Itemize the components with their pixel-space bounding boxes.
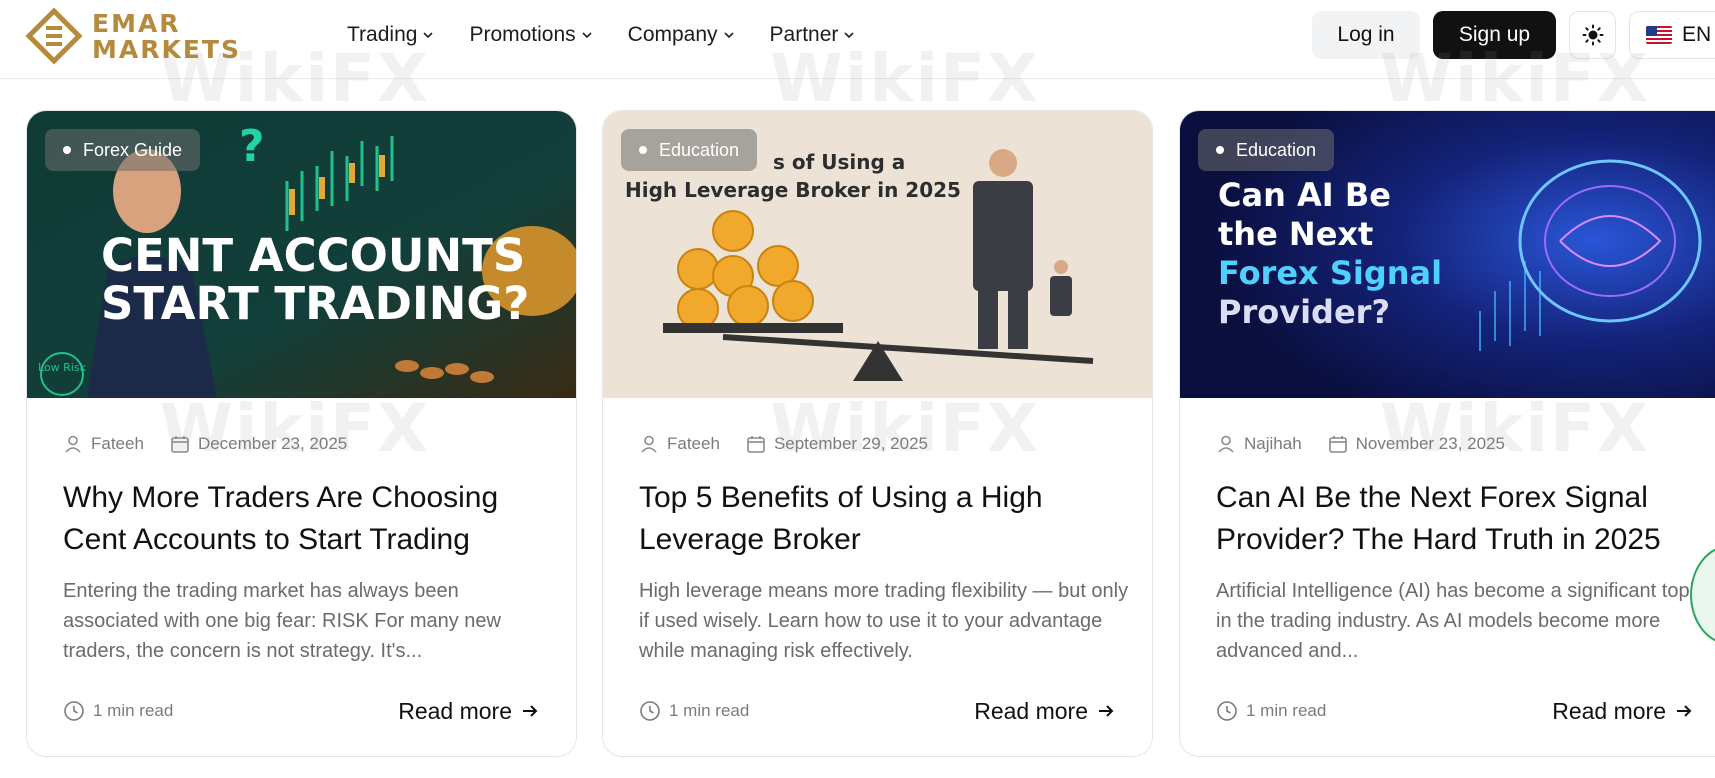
article-excerpt: High leverage means more trading flexibi… bbox=[639, 580, 1129, 662]
logo-mark-icon bbox=[25, 7, 83, 65]
main-nav: Trading Promotions Company Partner bbox=[347, 0, 854, 70]
article-meta: Najihah November 23, 2025 bbox=[1216, 434, 1505, 454]
us-flag-icon bbox=[1646, 26, 1672, 44]
site-header: EMAR MARKETS Trading Promotions Company … bbox=[0, 0, 1715, 79]
read-more-label: Read more bbox=[398, 697, 512, 724]
author-name: Najihah bbox=[1244, 434, 1302, 453]
calendar-icon bbox=[171, 436, 189, 453]
chevron-down-icon bbox=[582, 32, 592, 39]
sun-icon bbox=[1582, 24, 1603, 46]
category-tag[interactable]: Forex Guide bbox=[45, 129, 201, 171]
author-name: Fateeh bbox=[667, 434, 720, 453]
article-title[interactable]: Top 5 Benefits of Using a High Leverage … bbox=[639, 477, 1129, 561]
read-time: 1 min read bbox=[1246, 701, 1327, 720]
card-footer: 1 min read Read more bbox=[63, 695, 540, 727]
read-more-link[interactable]: Read more bbox=[398, 698, 540, 725]
nav-label: Company bbox=[627, 23, 718, 46]
thumb-text-3: Forex Signal bbox=[1218, 254, 1442, 292]
author-name: Fateeh bbox=[91, 434, 144, 453]
nav-promotions[interactable]: Promotions bbox=[469, 23, 592, 47]
read-time: 1 min read bbox=[93, 701, 174, 720]
user-icon bbox=[641, 435, 657, 453]
brand-logo[interactable]: EMAR MARKETS bbox=[24, 6, 241, 66]
arrow-right-icon bbox=[1677, 705, 1692, 717]
clock-icon bbox=[640, 701, 660, 721]
thumb-text-1: Can AI Be bbox=[1218, 176, 1391, 214]
chevron-down-icon bbox=[723, 32, 734, 39]
article-card[interactable]: CENT ACCOUNTS START TRADING? ? Low Risk … bbox=[26, 110, 577, 757]
article-title[interactable]: Can AI Be the Next Forex Signal Provider… bbox=[1216, 477, 1706, 561]
category-tag[interactable]: Education bbox=[621, 129, 758, 171]
thumb-text-2: High Leverage Broker in 2025 bbox=[625, 178, 961, 202]
thumb-text-2: the Next bbox=[1218, 215, 1373, 253]
article-thumbnail[interactable]: s of Using a High Leverage Broker in 202… bbox=[603, 111, 1152, 398]
read-more-label: Read more bbox=[974, 697, 1088, 724]
nav-label: Promotions bbox=[469, 23, 576, 46]
article-excerpt: Entering the trading market has always b… bbox=[63, 580, 501, 662]
article-thumbnail[interactable]: Can AI Be the Next Forex Signal Provider… bbox=[1180, 111, 1715, 398]
chevron-down-icon bbox=[844, 32, 854, 39]
user-icon bbox=[65, 435, 81, 453]
article-meta: Fateeh September 29, 2025 bbox=[639, 434, 928, 454]
low-risk-badge: Low Risk bbox=[38, 361, 87, 374]
nav-company[interactable]: Company bbox=[628, 23, 734, 47]
calendar-icon bbox=[747, 436, 765, 453]
article-excerpt: Artificial Intelligence (AI) has become … bbox=[1216, 580, 1705, 662]
card-footer: 1 min read Read more bbox=[639, 695, 1116, 727]
language-selector[interactable]: EN bbox=[1629, 11, 1715, 59]
nav-label: Partner bbox=[769, 23, 839, 46]
chevron-down-icon bbox=[423, 32, 434, 39]
article-meta: Fateeh December 23, 2025 bbox=[63, 434, 347, 454]
arrow-right-icon bbox=[523, 705, 538, 717]
user-icon bbox=[1218, 435, 1234, 453]
publish-date: September 29, 2025 bbox=[773, 434, 928, 453]
thumb-text-4: Provider? bbox=[1218, 293, 1390, 331]
read-more-link[interactable]: Read more bbox=[1552, 698, 1694, 725]
category-tag[interactable]: Education bbox=[1198, 129, 1335, 171]
arrow-right-icon bbox=[1099, 705, 1114, 717]
thumb-text-2: START TRADING? bbox=[101, 277, 529, 330]
thumb-text-1: CENT ACCOUNTS bbox=[101, 229, 525, 282]
article-title[interactable]: Why More Traders Are Choosing Cent Accou… bbox=[63, 477, 553, 561]
signup-button[interactable]: Sign up bbox=[1433, 11, 1556, 59]
publish-date: November 23, 2025 bbox=[1355, 434, 1505, 453]
article-thumbnail[interactable]: CENT ACCOUNTS START TRADING? ? Low Risk … bbox=[27, 111, 576, 398]
article-card[interactable]: s of Using a High Leverage Broker in 202… bbox=[602, 110, 1153, 757]
article-card[interactable]: Can AI Be the Next Forex Signal Provider… bbox=[1179, 110, 1715, 757]
brand-line-1: EMAR bbox=[92, 8, 181, 38]
nav-trading[interactable]: Trading bbox=[347, 23, 434, 47]
clock-icon bbox=[1217, 701, 1237, 721]
card-footer: 1 min read Read more bbox=[1216, 695, 1694, 727]
thumb-text-1: s of Using a bbox=[773, 150, 905, 174]
read-more-link[interactable]: Read more bbox=[974, 698, 1116, 725]
brand-line-2: MARKETS bbox=[92, 34, 241, 64]
language-label: EN bbox=[1682, 23, 1712, 46]
question-mark-icon: ? bbox=[239, 121, 265, 172]
theme-toggle-button[interactable] bbox=[1569, 11, 1616, 59]
read-more-label: Read more bbox=[1552, 697, 1666, 724]
calendar-icon bbox=[1328, 436, 1347, 453]
read-time: 1 min read bbox=[669, 701, 750, 720]
login-button[interactable]: Log in bbox=[1312, 11, 1420, 59]
publish-date: December 23, 2025 bbox=[197, 434, 348, 453]
nav-label: Trading bbox=[347, 23, 418, 46]
nav-partner[interactable]: Partner bbox=[770, 23, 855, 47]
clock-icon bbox=[64, 701, 84, 721]
